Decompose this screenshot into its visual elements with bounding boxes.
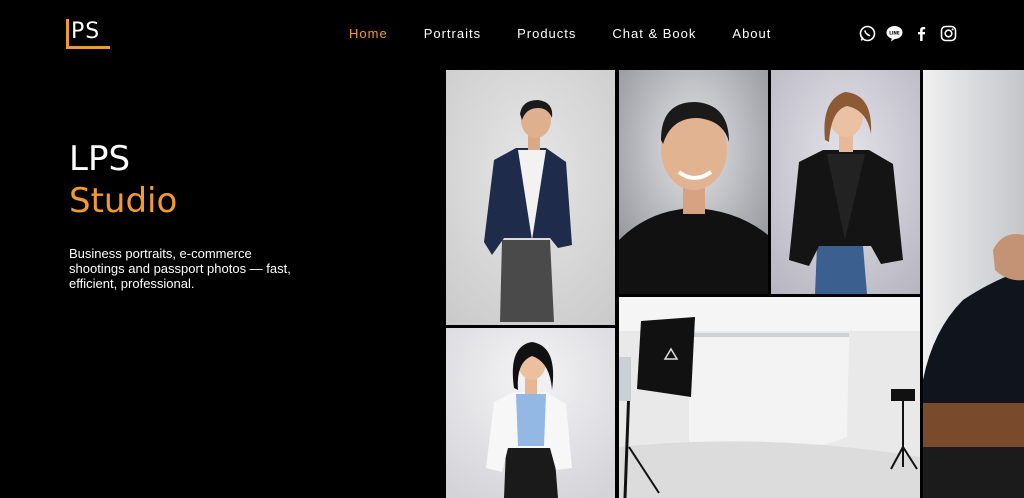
whatsapp-icon[interactable]	[859, 25, 876, 42]
svg-text:LINE: LINE	[889, 30, 900, 35]
nav-portraits[interactable]: Portraits	[424, 26, 481, 41]
portrait-photo-woman-blazer[interactable]	[771, 70, 920, 294]
portrait-photo-man-smiling[interactable]	[619, 70, 768, 294]
portrait-photo-man-suit[interactable]	[446, 70, 615, 325]
hero-title-line2: Studio	[69, 181, 178, 221]
hero-title-line1: LPS	[69, 139, 131, 179]
logo-text: PS	[71, 19, 101, 44]
social-links: LINE	[859, 25, 957, 42]
hero-title: LPS Studio	[69, 138, 177, 222]
main-nav: Home Portraits Products Chat & Book Abou…	[349, 26, 807, 41]
nav-home[interactable]: Home	[349, 26, 388, 41]
portrait-photo-woman-white-blazer[interactable]	[446, 328, 615, 498]
facebook-icon[interactable]	[913, 25, 930, 42]
instagram-icon[interactable]	[940, 25, 957, 42]
line-icon[interactable]: LINE	[886, 25, 903, 42]
portrait-photo-business-partial[interactable]	[923, 70, 1024, 498]
studio-setup-photo[interactable]	[619, 297, 920, 498]
logo[interactable]: PS	[66, 19, 112, 49]
nav-products[interactable]: Products	[517, 26, 576, 41]
logo-underline	[66, 46, 110, 49]
nav-about[interactable]: About	[732, 26, 771, 41]
hero-description: Business portraits, e-commerce shootings…	[69, 246, 291, 291]
logo-mark	[66, 19, 69, 49]
nav-chat-book[interactable]: Chat & Book	[612, 26, 696, 41]
